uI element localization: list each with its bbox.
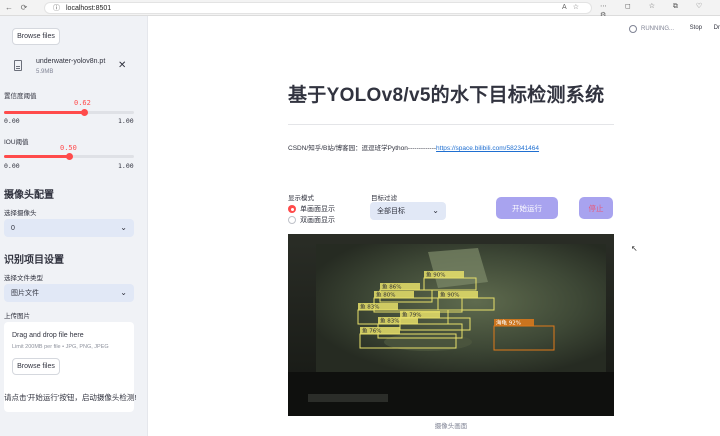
browse-model-button[interactable]: Browse files	[12, 28, 60, 45]
address-bar[interactable]: ⓘ localhost:8501 A☆	[44, 2, 592, 14]
camera-label: 选择摄像头	[4, 210, 37, 217]
running-text: RUNNING...	[641, 26, 674, 32]
deploy-link[interactable]: Dr	[714, 25, 720, 31]
radio-dual[interactable]: 双画面显示	[288, 215, 335, 225]
iou-slider-fill	[4, 155, 69, 158]
iou-slider-thumb[interactable]	[65, 152, 73, 160]
credit-line: CSDN/知乎/B站/博客园：逗逗班学Python-------------ht…	[288, 142, 539, 152]
conf-min: 0.00	[4, 117, 20, 125]
conf-slider-thumb[interactable]	[81, 108, 89, 116]
submerged-object	[428, 248, 488, 288]
camera-select-value: 0	[11, 224, 15, 232]
chevron-down-icon: ⌄	[120, 223, 127, 232]
credit-text: CSDN/知乎/B站/博客园：逗逗班学Python-------------	[288, 145, 437, 152]
conf-max: 1.00	[118, 117, 134, 125]
upload-label: 上传图片	[4, 313, 30, 320]
detection-label: 鱼 76%	[362, 327, 381, 335]
mouse-cursor-icon: ↖	[631, 244, 638, 253]
iou-min: 0.00	[4, 162, 20, 170]
back-icon[interactable]: ←	[3, 3, 15, 12]
running-status: RUNNING...	[629, 25, 674, 33]
camera-caption: 摄像头画面	[434, 423, 468, 430]
radio-single-label: 单画面显示	[300, 206, 335, 213]
close-icon[interactable]: ✕	[118, 60, 126, 71]
url-text: localhost:8501	[66, 4, 112, 12]
stop-button[interactable]: 停止	[579, 197, 613, 219]
radio-checked-icon	[288, 205, 296, 213]
camera-frame: 鱼 90% 鱼 86% 鱼 80% 鱼 90% 鱼 83% 鱼 79% 鱼 83% 鱼 76%…	[288, 234, 614, 416]
iou-label: IOU阈值	[4, 139, 29, 146]
credit-link[interactable]: https://space.bilibili.com/582341464	[436, 145, 539, 152]
detection-label: 海龟 92%	[496, 319, 521, 327]
camera-image: 鱼 90%鱼 86%鱼 80% 鱼 90%鱼 83%鱼 79%鱼 83%鱼 76%…	[288, 234, 614, 416]
file-name: underwater-yolov8n.pt	[36, 58, 106, 65]
conf-slider[interactable]	[4, 108, 134, 116]
site-info-icon[interactable]: ⓘ	[53, 3, 60, 13]
file-type-label: 选择文件类型	[4, 275, 43, 282]
radio-single[interactable]: 单画面显示	[288, 204, 335, 214]
detection-label: 鱼 83%	[360, 303, 379, 311]
chevron-down-icon: ⌄	[432, 206, 439, 215]
running-icon	[629, 25, 637, 33]
camera-section-title: 摄像头配置	[4, 190, 54, 201]
file-type-select[interactable]: 图片文件 ⌄	[4, 284, 134, 302]
browse-image-button[interactable]: Browse files	[12, 358, 60, 375]
divider	[288, 124, 614, 125]
page-title: 基于YOLOv8/v5的水下目标检测系统	[288, 85, 605, 106]
dropzone-title: Drag and drop file here	[12, 332, 84, 339]
camera-select[interactable]: 0 ⌄	[4, 219, 134, 237]
conf-label: 置信度阈值	[4, 93, 37, 100]
detection-label: 鱼 90%	[426, 271, 445, 279]
radio-unchecked-icon	[288, 216, 296, 224]
file-size: 5.9MB	[36, 69, 54, 75]
conf-value: 0.62	[74, 99, 91, 107]
start-hint: 请点击'开始运行'按钮，启动摄像头检测!	[4, 393, 137, 402]
start-button[interactable]: 开始运行	[496, 197, 558, 219]
address-bar-icons[interactable]: A☆	[562, 3, 585, 11]
iou-value: 0.50	[60, 144, 77, 152]
sidebar: Browse files underwater-yolov8n.pt 5.9MB…	[0, 16, 148, 436]
uploaded-model-file: underwater-yolov8n.pt 5.9MB ✕	[12, 56, 132, 80]
target-filter-select[interactable]: 全部目标 ⌄	[370, 202, 446, 220]
conf-slider-fill	[4, 111, 85, 114]
detection-label: 鱼 83%	[380, 317, 399, 325]
detection-label: 鱼 80%	[376, 291, 395, 299]
target-filter-value: 全部目标	[377, 208, 405, 215]
refresh-icon[interactable]: ⟳	[18, 3, 30, 12]
chevron-down-icon: ⌄	[120, 288, 127, 297]
detection-label: 鱼 90%	[440, 291, 459, 299]
detection-label: 鱼 86%	[382, 283, 401, 291]
file-icon	[14, 60, 22, 71]
radio-dual-label: 双画面显示	[300, 217, 335, 224]
display-mode-label: 显示模式	[288, 195, 314, 202]
iou-max: 1.00	[118, 162, 134, 170]
recognition-section-title: 识别项目设置	[4, 255, 64, 266]
browser-toolbar: ← ⟳ ⓘ localhost:8501 A☆ ⋯ ◻ ☆ ⧉ ♡ ⚙	[0, 0, 720, 19]
file-type-select-value: 图片文件	[11, 290, 39, 297]
dropzone-subtitle: Limit 200MB per file • JPG, PNG, JPEG	[12, 344, 109, 350]
target-filter-label: 目标过滤	[371, 195, 397, 202]
stop-link[interactable]: Stop	[690, 25, 702, 31]
main-content: RUNNING... Stop Dr 基于YOLOv8/v5的水下目标检测系统 …	[148, 16, 720, 436]
iou-slider[interactable]	[4, 152, 134, 160]
